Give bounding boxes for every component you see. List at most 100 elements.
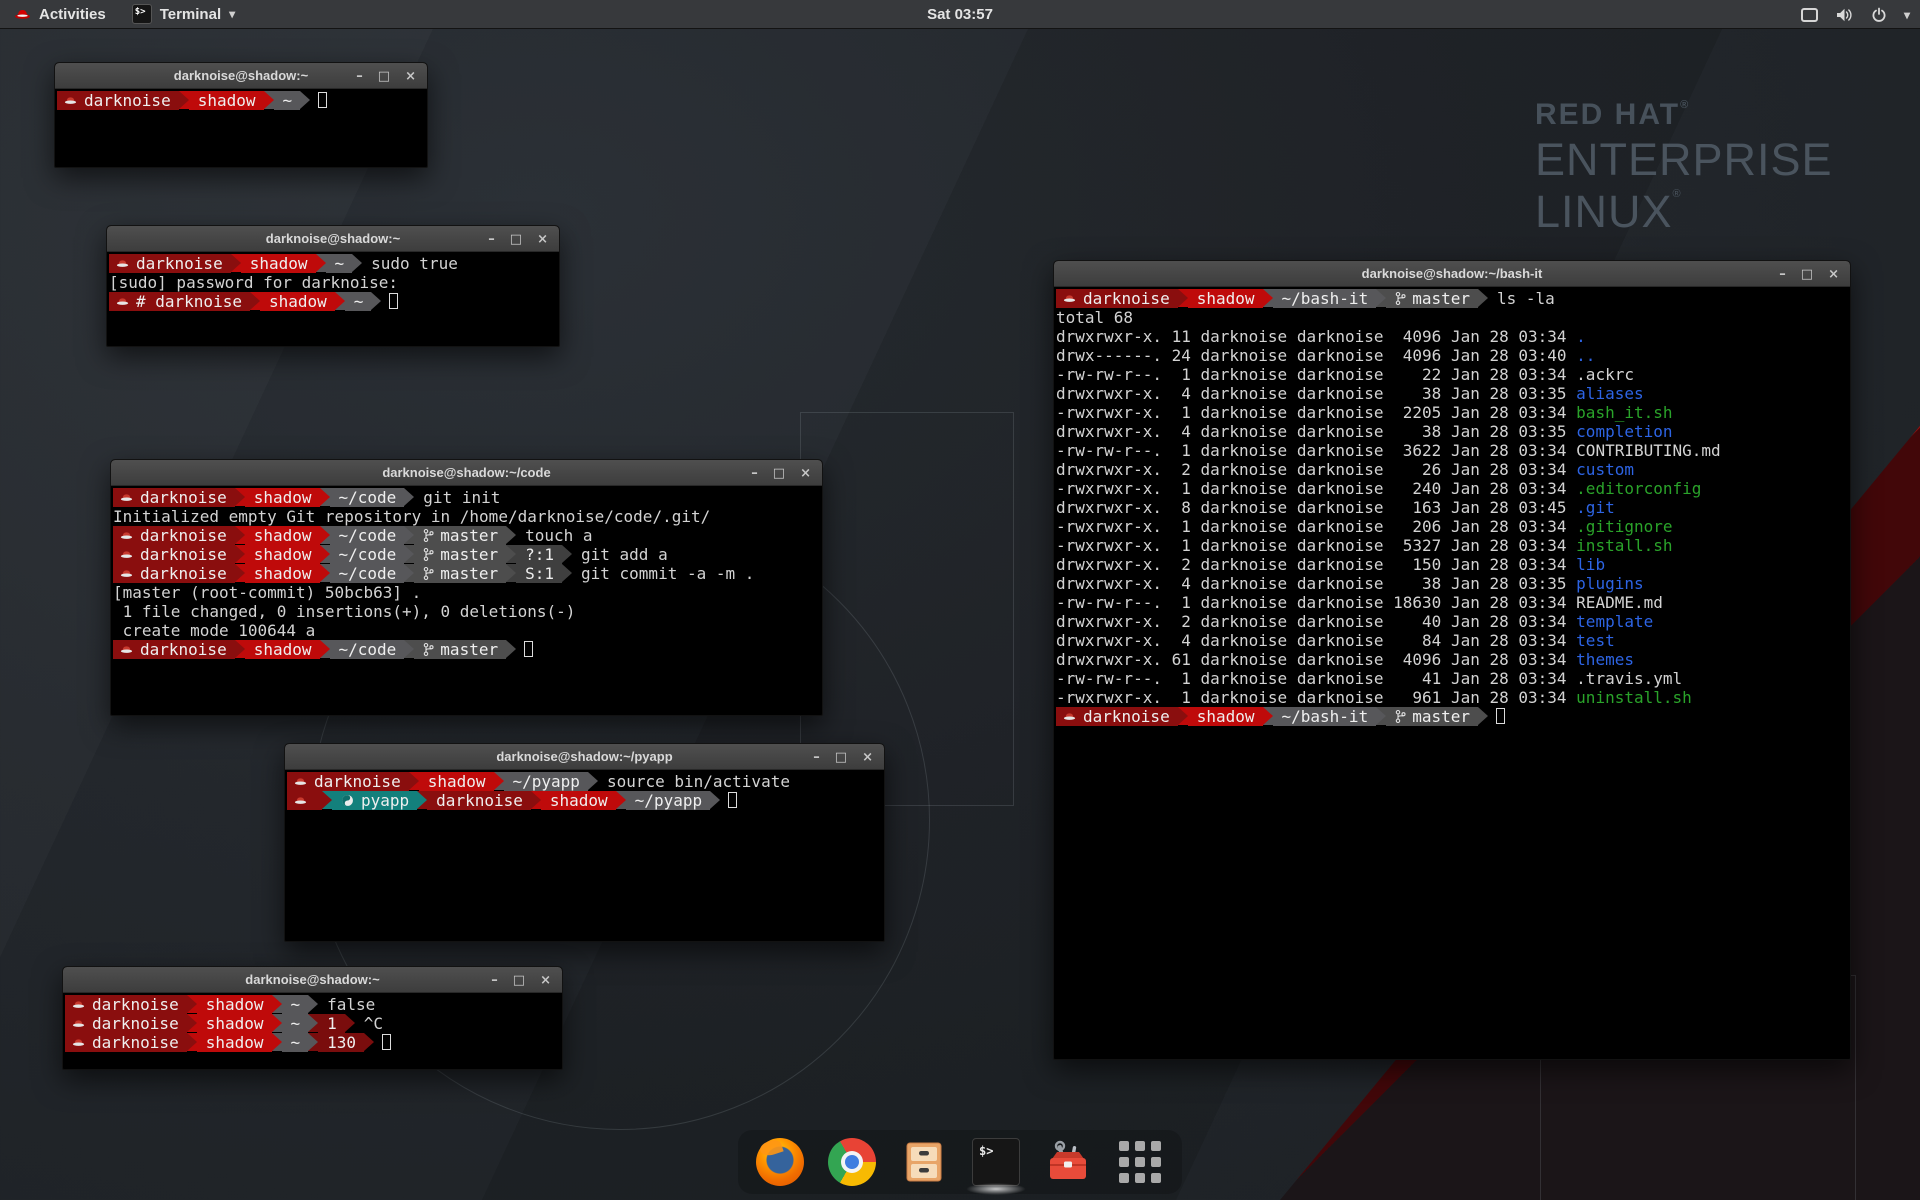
window-close-button[interactable]: × <box>540 974 551 987</box>
powerline-separator <box>1478 289 1488 307</box>
window-minimize-button[interactable]: – <box>1779 268 1786 281</box>
clock[interactable]: Sat 03:57 <box>927 6 993 23</box>
window-minimize-button[interactable]: – <box>356 70 363 83</box>
window-minimize-button[interactable]: – <box>813 751 820 764</box>
output-text: -rw-rw-r--. 1 darknoise darknoise 41 Jan… <box>1056 669 1576 688</box>
output-text: themes <box>1576 650 1634 669</box>
window-titlebar[interactable]: darknoise@shadow:~ – □ × <box>63 967 562 993</box>
window-titlebar[interactable]: darknoise@shadow:~/code – □ × <box>111 460 822 486</box>
window-minimize-button[interactable]: – <box>491 974 498 987</box>
terminal-line: -rwxrwxr-x. 1 darknoise darknoise 240 Ja… <box>1056 479 1850 498</box>
terminal-line: Initialized empty Git repository in /hom… <box>113 507 822 526</box>
redhat-prompt-icon <box>72 999 85 1010</box>
terminal-content[interactable]: darknoiseshadow~/pyappsource bin/activat… <box>285 770 884 940</box>
prompt-segment-user: darknoise <box>65 1033 187 1052</box>
dock-chrome-icon[interactable] <box>828 1138 876 1186</box>
prompt-segment-dir: ~/pyapp <box>626 791 710 810</box>
terminal-line: drwxrwxr-x. 8 darknoise darknoise 163 Ja… <box>1056 498 1850 517</box>
git-branch-icon <box>1395 291 1406 306</box>
command-text: source bin/activate <box>607 772 790 791</box>
window-titlebar[interactable]: darknoise@shadow:~ – □ × <box>107 226 559 252</box>
prompt-segment-user: darknoise <box>113 488 235 507</box>
dock-files-icon[interactable] <box>900 1138 948 1186</box>
window-close-button[interactable]: × <box>1828 268 1839 281</box>
powerline-separator <box>404 640 414 658</box>
prompt-segment-user: darknoise <box>65 995 187 1014</box>
powerline-separator <box>506 545 516 563</box>
powerline-separator <box>308 1014 318 1032</box>
prompt-segment-host: shadow <box>197 1014 272 1033</box>
dock-terminal-icon[interactable]: $> <box>972 1138 1020 1186</box>
terminal-content[interactable]: darknoiseshadow~ <box>55 89 427 166</box>
window-close-button[interactable]: × <box>800 467 811 480</box>
prompt-segment-user: darknoise <box>109 254 231 273</box>
redhat-prompt-icon <box>120 568 133 579</box>
powerline-separator <box>404 526 414 544</box>
window-maximize-button[interactable]: □ <box>835 751 847 764</box>
prompt-segment-dir: ~/pyapp <box>504 772 588 791</box>
prompt-segment-dir: ~ <box>282 1033 309 1052</box>
output-text: drwxrwxr-x. 8 darknoise darknoise 163 Ja… <box>1056 498 1576 517</box>
terminal-line: create mode 100644 a <box>113 621 822 640</box>
window-title: darknoise@shadow:~ <box>266 231 400 246</box>
output-text: template <box>1576 612 1653 631</box>
registered-mark: ® <box>1673 188 1682 200</box>
window-minimize-button[interactable]: – <box>488 233 495 246</box>
window-close-button[interactable]: × <box>405 70 416 83</box>
output-text: README.md <box>1576 593 1663 612</box>
window-title: darknoise@shadow:~/bash-it <box>1362 266 1543 281</box>
powerline-separator <box>1376 707 1386 725</box>
git-branch-icon <box>423 547 434 562</box>
window-maximize-button[interactable]: □ <box>378 70 390 83</box>
dock-toolbox-icon[interactable] <box>1044 1138 1092 1186</box>
terminal-window-home-1: darknoise@shadow:~ – □ × darknoiseshadow… <box>54 62 428 168</box>
terminal-line: darknoiseshadow~/pyappsource bin/activat… <box>287 772 884 791</box>
brand-line1: RED HAT <box>1535 98 1680 131</box>
powerline-separator <box>562 545 572 563</box>
terminal-line: drwxrwxr-x. 2 darknoise darknoise 40 Jan… <box>1056 612 1850 631</box>
system-status-area[interactable]: ▾ <box>1801 0 1910 29</box>
window-title: darknoise@shadow:~ <box>245 972 379 987</box>
window-titlebar[interactable]: darknoise@shadow:~/bash-it – □ × <box>1054 261 1850 287</box>
output-text: -rw-rw-r--. 1 darknoise darknoise 22 Jan… <box>1056 365 1576 384</box>
window-maximize-button[interactable]: □ <box>513 974 525 987</box>
terminal-content[interactable]: darknoiseshadow~/bash-itmasterls -latota… <box>1054 287 1850 1058</box>
output-text: Initialized empty Git repository in /hom… <box>113 507 710 526</box>
prompt-segment-host: shadow <box>189 91 264 110</box>
activities-button[interactable]: Activities <box>14 6 106 23</box>
prompt-segment-gitstat: ?:1 <box>516 545 562 564</box>
prompt-segment-exit: 130 <box>318 1033 364 1052</box>
app-menu-terminal[interactable]: $> Terminal ▾ <box>132 4 235 24</box>
window-close-button[interactable]: × <box>537 233 548 246</box>
output-text: -rwxrwxr-x. 1 darknoise darknoise 240 Ja… <box>1056 479 1576 498</box>
powerline-separator <box>235 488 245 506</box>
redhat-prompt-icon <box>120 549 133 560</box>
output-text: .. <box>1576 346 1595 365</box>
window-maximize-button[interactable]: □ <box>773 467 785 480</box>
terminal-cursor <box>1496 708 1505 724</box>
window-maximize-button[interactable]: □ <box>510 233 522 246</box>
window-titlebar[interactable]: darknoise@shadow:~/pyapp – □ × <box>285 744 884 770</box>
window-titlebar[interactable]: darknoise@shadow:~ – □ × <box>55 63 427 89</box>
terminal-line: drwx------. 24 darknoise darknoise 4096 … <box>1056 346 1850 365</box>
terminal-content[interactable]: darknoiseshadow~/codegit initInitialized… <box>111 486 822 714</box>
window-close-button[interactable]: × <box>862 751 873 764</box>
output-text: CONTRIBUTING.md <box>1576 441 1721 460</box>
terminal-content[interactable]: darknoiseshadow~sudo true[sudo] password… <box>107 252 559 345</box>
output-text: install.sh <box>1576 536 1672 555</box>
prompt-segment-git: master <box>414 526 506 545</box>
prompt-segment-user: # darknoise <box>109 292 250 311</box>
running-indicator-glow <box>966 1183 1026 1195</box>
powerline-separator <box>300 91 310 109</box>
dock-firefox-icon[interactable] <box>756 1138 804 1186</box>
prompt-segment-dir: ~/code <box>330 526 405 545</box>
window-minimize-button[interactable]: – <box>751 467 758 480</box>
dock-app-grid-icon[interactable] <box>1116 1138 1164 1186</box>
terminal-line: darknoiseshadow~false <box>65 995 562 1014</box>
output-text: .gitignore <box>1576 517 1672 536</box>
prompt-segment-git: master <box>414 564 506 583</box>
terminal-content[interactable]: darknoiseshadow~falsedarknoiseshadow~1^C… <box>63 993 562 1068</box>
redhat-prompt-icon <box>120 530 133 541</box>
window-maximize-button[interactable]: □ <box>1801 268 1813 281</box>
powerline-separator <box>272 1033 282 1051</box>
